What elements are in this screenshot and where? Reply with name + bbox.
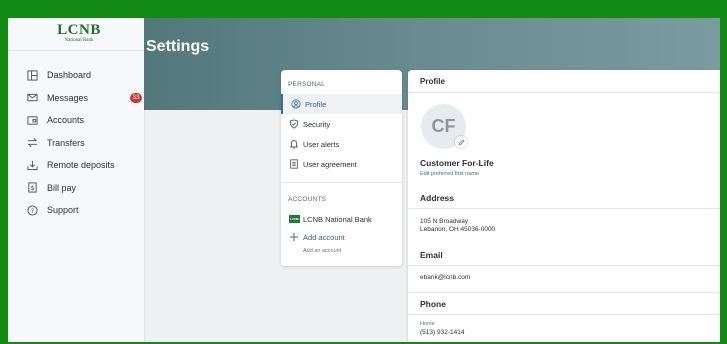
personal-heading: PERSONAL (288, 81, 326, 88)
menu-item-user-agreement[interactable]: User agreement (281, 154, 402, 174)
app-window: LCNB National Bank Dashboard Messages 33… (8, 18, 720, 342)
unread-badge: 33 (130, 92, 142, 103)
sidebar-item-label: Support (47, 205, 79, 216)
sidebar-item-support[interactable]: ? Support (8, 199, 144, 222)
card-divider (408, 314, 720, 315)
menu-divider (281, 182, 402, 183)
add-account-subtext: Add an account (303, 248, 342, 254)
brand-logo[interactable]: LCNB National Bank (44, 22, 114, 44)
bank-logo: LCNB (289, 215, 300, 223)
sidebar-item-messages[interactable]: Messages 33 (8, 87, 144, 110)
sidebar-item-transfers[interactable]: Transfers (8, 132, 144, 155)
bell-icon (289, 140, 299, 149)
email-value: ebank@lcnb.com (420, 274, 471, 281)
sidebar-item-label: Accounts (47, 115, 85, 126)
menu-item-profile[interactable]: Profile (281, 94, 402, 114)
user-icon (291, 99, 301, 109)
edit-avatar-button[interactable] (455, 136, 467, 148)
email-heading: Email (420, 250, 443, 260)
menu-item-label: Profile (305, 99, 327, 109)
accounts-heading: ACCOUNTS (288, 196, 327, 203)
sidebar-item-label: Messages (47, 92, 89, 103)
menu-item-security[interactable]: Security (281, 114, 402, 134)
mail-icon (27, 94, 38, 102)
card-divider (408, 92, 720, 93)
sidebar-item-dashboard[interactable]: Dashboard (8, 64, 144, 87)
menu-item-label: LCNB National Bank (303, 214, 372, 224)
sidebar-item-label: Transfers (47, 137, 85, 148)
brand-subtitle: National Bank (64, 38, 94, 43)
menu-item-label: Security (303, 119, 331, 129)
profile-name: Customer For-Life (420, 158, 494, 168)
dashboard-icon (27, 70, 38, 81)
phone-heading: Phone (420, 299, 446, 309)
bill-icon: $ (28, 182, 37, 193)
address-line-1: 105 N Broadway (420, 218, 469, 225)
page-title: Settings (146, 38, 210, 55)
accounts-icon (27, 116, 38, 125)
pencil-icon (458, 138, 465, 145)
shield-icon (289, 119, 299, 129)
card-title: Profile (420, 77, 445, 86)
sidebar-item-remote-deposits[interactable]: Remote deposits (8, 154, 144, 177)
transfer-icon (27, 138, 38, 148)
menu-item-label: User alerts (303, 139, 340, 149)
sidebar-divider (8, 50, 144, 51)
help-icon: ? (27, 205, 38, 216)
svg-text:$: $ (30, 184, 34, 192)
address-heading: Address (420, 193, 455, 203)
sidebar-item-label: Dashboard (47, 70, 92, 81)
brand-name: LCNB (57, 22, 101, 38)
document-icon (290, 159, 298, 169)
edit-name-link[interactable]: Edit preferred first name (420, 171, 479, 177)
menu-item-label: User agreement (303, 159, 357, 169)
sidebar-item-label: Bill pay (47, 182, 77, 193)
sidebar-nav: Dashboard Messages 33 Accounts Transfers… (8, 64, 144, 222)
add-account-label: Add account (303, 232, 345, 242)
card-divider (408, 208, 720, 209)
address-line-2: Lebanon, OH 45036-0000 (420, 226, 496, 233)
add-account-button[interactable]: Add account (281, 230, 402, 244)
profile-card: Profile CF Customer For-Life Edit prefer… (408, 70, 720, 342)
menu-item-user-alerts[interactable]: User alerts (281, 134, 402, 154)
settings-menu: PERSONAL Profile Security User alerts Us… (281, 70, 402, 266)
phone-value: (513) 932-1414 (420, 329, 465, 336)
sidebar: LCNB National Bank Dashboard Messages 33… (8, 18, 145, 342)
menu-item-bank[interactable]: LCNB LCNB National Bank (281, 209, 402, 229)
plus-icon (289, 232, 299, 242)
phone-type-label: Home (420, 321, 435, 327)
deposit-icon (27, 160, 38, 170)
svg-text:?: ? (31, 207, 34, 215)
sidebar-item-bill-pay[interactable]: $ Bill pay (8, 177, 144, 200)
sidebar-item-accounts[interactable]: Accounts (8, 109, 144, 132)
card-divider (408, 265, 720, 266)
card-divider (408, 292, 720, 293)
sidebar-item-label: Remote deposits (47, 160, 115, 171)
